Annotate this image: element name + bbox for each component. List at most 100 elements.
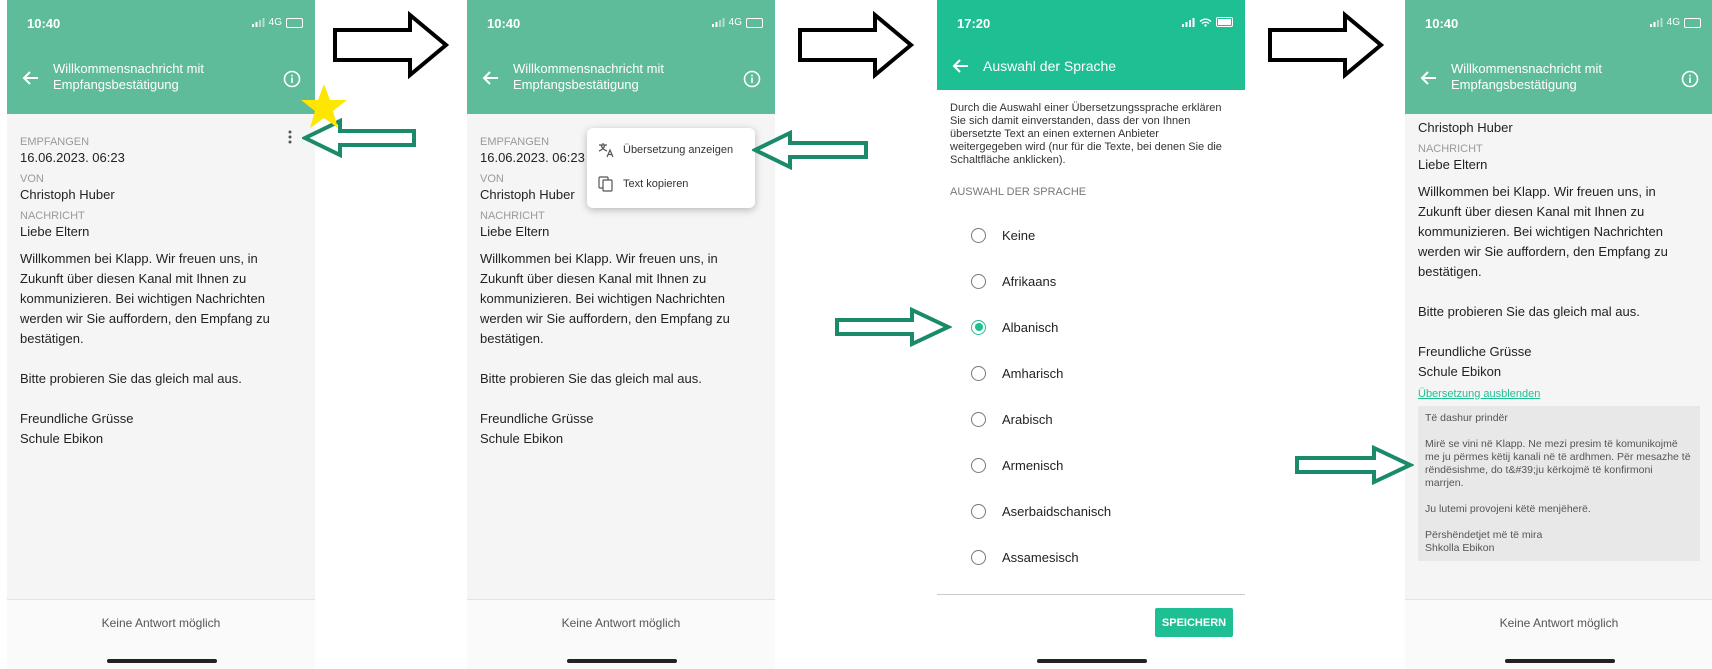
menu-item-label: Übersetzung anzeigen — [623, 144, 734, 156]
app-header: 10:40 4G Willkommensnachricht mit Empfan… — [467, 0, 775, 114]
flow-arrow-right-icon — [333, 10, 450, 80]
translation-box: Të dashur prindër Mirë se vini në Klapp.… — [1418, 406, 1700, 561]
radio-button[interactable] — [971, 227, 986, 243]
network-label: 4G — [728, 17, 742, 28]
status-icons — [1182, 17, 1233, 27]
page-title: Willkommensnachricht mit Empfangsbestäti… — [1451, 61, 1602, 92]
phone-screen-message: 10:40 4G Willkommensnachricht mit Empfan… — [7, 0, 315, 669]
home-indicator — [567, 659, 677, 663]
home-indicator — [107, 659, 217, 663]
battery-icon — [1684, 17, 1701, 28]
copy-icon — [598, 176, 613, 192]
message-greeting: Liebe Eltern — [20, 224, 90, 239]
status-time: 10:40 — [1425, 16, 1459, 31]
page-title: Willkommensnachricht mit Empfangsbestäti… — [513, 61, 664, 92]
app-header: 10:40 4G Willkommensnachricht mit Empfan… — [1405, 0, 1712, 114]
status-icons: 4G — [251, 17, 303, 28]
language-name: Albanisch — [1002, 319, 1059, 335]
back-arrow-icon[interactable] — [481, 68, 501, 88]
translation-disclaimer: Durch die Auswahl einer Übersetzungsspra… — [950, 102, 1222, 166]
hide-translation-link[interactable]: Übersetzung ausblenden — [1418, 388, 1700, 400]
radio-button[interactable] — [971, 503, 986, 519]
language-name: Armenisch — [1002, 457, 1064, 473]
network-label: 4G — [1666, 17, 1680, 28]
app-header: 17:20 Auswahl der Sprache — [937, 0, 1245, 90]
menu-item-show-translation[interactable]: Übersetzung anzeigen — [597, 136, 733, 164]
status-icons: 4G — [711, 17, 763, 28]
language-option[interactable]: Afrikaans — [937, 258, 1245, 304]
language-list: Keine Afrikaans Albanisch Amharisch Arab… — [937, 212, 1245, 580]
battery-icon — [286, 17, 303, 28]
app-header: 10:40 4G Willkommensnachricht mit Empfan… — [7, 0, 315, 114]
language-name: Keine — [1002, 227, 1036, 243]
star-icon — [301, 84, 347, 128]
status-time: 10:40 — [27, 16, 61, 31]
radio-button[interactable] — [971, 365, 986, 381]
menu-item-copy-text[interactable]: Text kopieren — [597, 170, 688, 198]
no-reply-label: Keine Antwort möglich — [561, 616, 681, 630]
page-title: Auswahl der Sprache — [983, 58, 1117, 74]
flow-arrow-right-icon — [1268, 10, 1385, 80]
from-value: Christoph Huber — [20, 187, 115, 202]
status-icons: 4G — [1649, 17, 1701, 28]
network-label: 4G — [268, 17, 282, 28]
info-icon[interactable] — [743, 70, 761, 88]
flow-arrow-right-icon — [798, 10, 915, 80]
language-option[interactable]: Aserbaidschanisch — [937, 488, 1245, 534]
message-label: NACHRICHT — [480, 210, 545, 222]
from-value: Christoph Huber — [1418, 120, 1513, 135]
message-body: Willkommen bei Klapp. Wir freuen uns, in… — [1418, 184, 1668, 379]
radio-button[interactable] — [971, 457, 986, 473]
radio-button[interactable] — [971, 411, 986, 427]
signal-icon — [1649, 18, 1663, 27]
from-label: VON — [20, 173, 44, 185]
back-arrow-icon[interactable] — [1419, 68, 1439, 88]
highlight-arrow-right-icon — [1295, 445, 1414, 485]
language-name: Afrikaans — [1002, 273, 1057, 289]
menu-item-label: Text kopieren — [623, 178, 689, 190]
phone-screen-language: 17:20 Auswahl der Sprache Durch die Ausw… — [937, 0, 1245, 669]
battery-icon — [746, 17, 763, 28]
language-name: Amharisch — [1002, 365, 1064, 381]
language-option[interactable]: Armenisch — [937, 442, 1245, 488]
message-greeting: Liebe Eltern — [1418, 157, 1488, 172]
highlight-arrow-left-icon — [752, 130, 868, 170]
radio-button[interactable] — [971, 549, 986, 565]
language-name: Aserbaidschanisch — [1002, 503, 1112, 519]
home-indicator — [1505, 659, 1615, 663]
message-body: Willkommen bei Klapp. Wir freuen uns, in… — [480, 251, 730, 446]
language-name: Arabisch — [1002, 411, 1053, 427]
message-label: NACHRICHT — [20, 210, 85, 222]
language-option[interactable]: Arabisch — [937, 396, 1245, 442]
wifi-icon — [1199, 18, 1212, 27]
language-option-selected[interactable]: Albanisch — [937, 304, 1245, 350]
language-option[interactable]: Assamesisch — [937, 534, 1245, 580]
language-name: Assamesisch — [1002, 549, 1079, 565]
language-option[interactable]: Amharisch — [937, 350, 1245, 396]
radio-button[interactable] — [971, 273, 986, 289]
no-reply-label: Keine Antwort möglich — [101, 616, 221, 630]
info-icon[interactable] — [1681, 70, 1699, 88]
phone-screen-translated: 10:40 4G Willkommensnachricht mit Empfan… — [1405, 0, 1712, 669]
page-title: Willkommensnachricht mit Empfangsbestäti… — [53, 61, 204, 92]
received-label: EMPFANGEN — [20, 136, 90, 148]
message-greeting: Liebe Eltern — [480, 224, 550, 239]
back-arrow-icon[interactable] — [951, 56, 971, 76]
signal-icon — [1182, 17, 1195, 27]
signal-icon — [251, 18, 265, 27]
highlight-arrow-right-icon — [835, 307, 952, 347]
save-bar: SPEICHERN — [937, 594, 1245, 669]
signal-icon — [711, 18, 725, 27]
message-body: Willkommen bei Klapp. Wir freuen uns, in… — [20, 251, 270, 446]
message-content: Christoph Huber NACHRICHT Liebe Eltern W… — [1418, 118, 1700, 561]
save-button[interactable]: SPEICHERN — [1155, 608, 1233, 637]
language-option[interactable]: Keine — [937, 212, 1245, 258]
battery-icon — [1216, 17, 1233, 27]
status-time: 17:20 — [957, 16, 991, 31]
status-time: 10:40 — [487, 16, 521, 31]
back-arrow-icon[interactable] — [21, 68, 41, 88]
radio-button-checked[interactable] — [971, 319, 986, 335]
message-label: NACHRICHT — [1418, 143, 1483, 155]
language-section-label: AUSWAHL DER SPRACHE — [950, 186, 1087, 198]
message-content: EMPFANGEN 16.06.2023. 06:23 VON Christop… — [20, 130, 302, 449]
